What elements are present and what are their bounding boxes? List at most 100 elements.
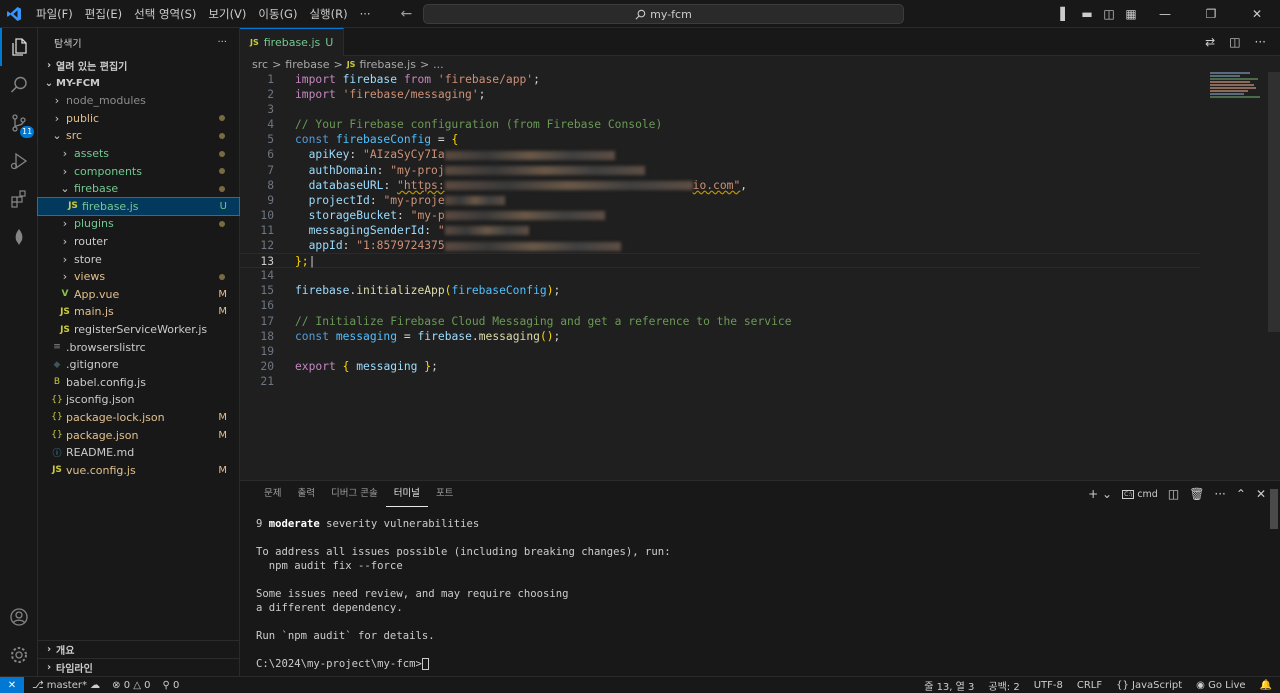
- tree-file[interactable]: {} package.json M: [38, 426, 239, 444]
- terminal-shell-selector[interactable]: C:\ cmd: [1122, 489, 1158, 500]
- trash-icon[interactable]: 🗑: [1189, 487, 1204, 501]
- branch-status[interactable]: ⎇ master* ☁: [32, 680, 100, 691]
- modified-dot: [219, 168, 225, 175]
- toggle-panel-icon[interactable]: ▬: [1076, 7, 1098, 21]
- maximize-panel-icon[interactable]: ⌃: [1236, 487, 1246, 501]
- indentation[interactable]: 공백: 2: [988, 678, 1019, 693]
- code-line: 15 firebase.initializeApp(firebaseConfig)…: [240, 283, 1200, 298]
- tab-problems[interactable]: 문제: [256, 481, 289, 507]
- explorer-more-button[interactable]: ···: [217, 37, 227, 48]
- menu-selection[interactable]: 선택 영역(S): [128, 0, 202, 28]
- close-panel-icon[interactable]: ✕: [1256, 487, 1266, 501]
- project-section[interactable]: ⌄ MY-FCM: [38, 74, 239, 92]
- panel-more-icon[interactable]: ···: [1214, 487, 1225, 501]
- command-center-search[interactable]: my-fcm: [423, 4, 904, 24]
- cursor-position[interactable]: 줄 13, 열 3: [924, 678, 974, 693]
- menu-edit[interactable]: 편집(E): [79, 0, 128, 28]
- tab-output[interactable]: 출력: [289, 481, 322, 507]
- open-editors-section[interactable]: › 열려 있는 편집기: [38, 56, 239, 74]
- tree-item-label: store: [74, 252, 102, 266]
- extensions-icon[interactable]: [0, 180, 38, 218]
- outline-section[interactable]: › 개요: [38, 640, 240, 658]
- tree-file[interactable]: Bbabel.config.js: [38, 374, 239, 392]
- split-editor-icon[interactable]: ◫: [1229, 35, 1240, 49]
- tree-folder[interactable]: › plugins: [38, 215, 239, 233]
- menu-file[interactable]: 파일(F): [30, 0, 79, 28]
- go-live-button[interactable]: ◉ Go Live: [1196, 680, 1245, 691]
- settings-gear-icon[interactable]: [0, 636, 38, 674]
- mongodb-icon[interactable]: [0, 218, 38, 256]
- breadcrumb-firebase[interactable]: firebase: [285, 58, 329, 71]
- account-icon[interactable]: [0, 598, 38, 636]
- tree-folder[interactable]: ⌄ firebase: [38, 180, 239, 198]
- braces-icon: {}: [1116, 679, 1133, 691]
- terminal-scrollbar[interactable]: [1270, 489, 1278, 529]
- tree-file[interactable]: ◆ .gitignore: [38, 356, 239, 374]
- ports-status[interactable]: ⚲ 0: [163, 680, 180, 691]
- tree-file[interactable]: ⓘ README.md: [38, 444, 239, 462]
- tab-debug-console[interactable]: 디버그 콘솔: [323, 481, 386, 507]
- notifications-bell-icon[interactable]: 🔔: [1260, 680, 1272, 691]
- tree-item-label: vue.config.js: [66, 463, 136, 477]
- new-terminal-icon[interactable]: + ⌄: [1088, 487, 1112, 501]
- tree-item-label: router: [74, 235, 108, 249]
- tree-folder[interactable]: › components: [38, 162, 239, 180]
- tree-file[interactable]: {} package-lock.json M: [38, 409, 239, 427]
- menu-view[interactable]: 보기(V): [202, 0, 252, 28]
- code-token: from: [403, 73, 432, 86]
- minimize-icon[interactable]: —: [1142, 7, 1188, 21]
- close-icon[interactable]: ✕: [1234, 7, 1280, 21]
- toggle-sidebar-icon[interactable]: ▌: [1054, 7, 1076, 21]
- breadcrumb-src[interactable]: src: [252, 58, 268, 71]
- tree-folder[interactable]: › node_modules: [38, 92, 239, 110]
- tab-firebase-js[interactable]: JS firebase.js U: [240, 28, 345, 56]
- restore-icon[interactable]: ❐: [1188, 7, 1234, 21]
- tree-folder[interactable]: › router: [38, 233, 239, 251]
- minimap[interactable]: [1210, 72, 1266, 112]
- compare-changes-icon[interactable]: ⇄: [1205, 35, 1215, 49]
- language-mode[interactable]: {} JavaScript: [1116, 680, 1182, 691]
- back-arrow-icon[interactable]: ←: [401, 6, 413, 22]
- encoding[interactable]: UTF-8: [1034, 680, 1063, 691]
- split-terminal-icon[interactable]: ◫: [1168, 487, 1179, 501]
- tree-folder[interactable]: › public: [38, 110, 239, 128]
- tree-file[interactable]: JS firebase.js U: [37, 196, 240, 217]
- end-of-line[interactable]: CRLF: [1077, 680, 1102, 691]
- remote-indicator-icon[interactable]: ✕: [0, 676, 24, 693]
- explorer-icon[interactable]: [0, 28, 38, 66]
- menu-run[interactable]: 실행(R): [303, 0, 353, 28]
- menu-go[interactable]: 이동(G): [252, 0, 303, 28]
- tree-file[interactable]: JS main.js M: [38, 303, 239, 321]
- modified-dot: [219, 273, 225, 280]
- search-icon[interactable]: [0, 66, 38, 104]
- tree-item-label: node_modules: [66, 94, 146, 108]
- terminal-output[interactable]: 9 moderate severity vulnerabilities To a…: [256, 517, 671, 671]
- toggle-secondary-sidebar-icon[interactable]: ◫: [1098, 7, 1120, 21]
- line-number: 18: [260, 329, 274, 343]
- tree-folder[interactable]: › assets: [38, 145, 239, 163]
- tab-ports[interactable]: 포트: [428, 481, 461, 507]
- code-view[interactable]: 1 import firebase from 'firebase/app'; 2i…: [240, 72, 1200, 389]
- tree-folder[interactable]: ⌄ src: [38, 127, 239, 145]
- code-token: firebaseConfig: [335, 133, 432, 147]
- breadcrumb-symbol[interactable]: ...: [433, 58, 444, 71]
- breadcrumb-file[interactable]: firebase.js: [359, 58, 415, 71]
- warning-icon: △: [133, 679, 145, 691]
- tree-item-label: registerServiceWorker.js: [74, 323, 208, 337]
- menu-more[interactable]: ···: [354, 0, 377, 28]
- tree-file[interactable]: ≡ .browserslistrc: [38, 338, 239, 356]
- editor-scrollbar[interactable]: [1268, 72, 1280, 332]
- tree-folder[interactable]: › views: [38, 268, 239, 286]
- customize-layout-icon[interactable]: ▦: [1120, 7, 1142, 21]
- source-control-icon[interactable]: 11: [0, 104, 38, 142]
- tree-file[interactable]: JS registerServiceWorker.js: [38, 321, 239, 339]
- run-debug-icon[interactable]: [0, 142, 38, 180]
- tab-terminal[interactable]: 터미널: [385, 481, 428, 507]
- tree-file[interactable]: V App.vue M: [38, 286, 239, 304]
- tree-file[interactable]: {} jsconfig.json: [38, 391, 239, 409]
- editor-more-icon[interactable]: ···: [1255, 35, 1266, 49]
- tree-file[interactable]: JS vue.config.js M: [38, 461, 239, 479]
- tree-folder[interactable]: › store: [38, 250, 239, 268]
- timeline-section[interactable]: › 타임라인: [38, 658, 240, 676]
- problems-status[interactable]: ⊗ 0 △ 0: [112, 680, 150, 691]
